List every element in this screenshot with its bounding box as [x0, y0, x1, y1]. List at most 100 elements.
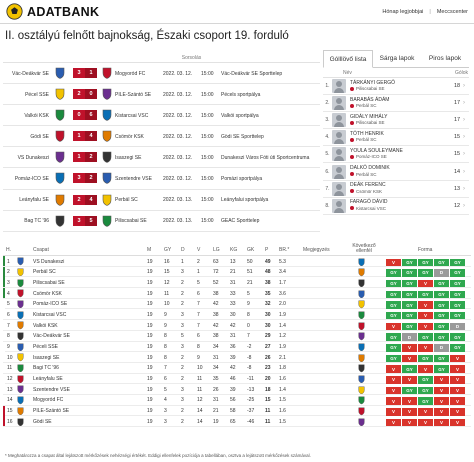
match-row[interactable]: Vác-Deákvár SE 3 1 Mogyoród FC 2022. 03. 12.… [3, 63, 320, 85]
next-opponent-crest-icon[interactable] [358, 311, 365, 320]
home-team[interactable]: VS Dunakeszi [3, 155, 49, 161]
next-opponent-crest-icon[interactable] [358, 375, 365, 384]
next-opponent-crest-icon[interactable] [358, 279, 365, 288]
cell-team[interactable]: Csömör KSK [33, 291, 62, 297]
form-badge[interactable]: GY [386, 354, 401, 363]
cell-team[interactable]: Vác-Deákvár SE [33, 333, 70, 339]
form-badge[interactable]: V [450, 408, 465, 416]
form-badge[interactable]: GY [450, 269, 465, 277]
score-box[interactable]: 32 [73, 173, 97, 184]
match-row[interactable]: Valkói KSK 0 6 Kistarcsai VSC 2022. 03. 12. 1… [3, 105, 320, 127]
home-team[interactable]: Gödi SE [3, 134, 49, 140]
form-badge[interactable]: V [402, 344, 417, 352]
home-team[interactable]: Leányfalu SE [3, 197, 49, 203]
form-badge[interactable]: V [450, 376, 465, 384]
form-badge[interactable]: D [402, 333, 417, 341]
chevron-right-icon[interactable]: › [463, 169, 469, 175]
form-badge[interactable]: V [402, 408, 417, 416]
cell-team[interactable]: Gödi SE [33, 419, 52, 425]
form-badge[interactable]: V [418, 418, 433, 427]
form-badge[interactable]: V [402, 376, 417, 384]
form-badge[interactable]: V [402, 354, 417, 363]
score-box[interactable]: 35 [73, 215, 97, 226]
form-badge[interactable]: V [434, 418, 449, 427]
table-row[interactable]: 11 Bagi TC '96 19 7 2 10 34 42 -8 23 1.8 V GY V GY V [3, 362, 471, 374]
form-badge[interactable]: GY [402, 301, 417, 309]
form-badge[interactable]: GY [450, 311, 465, 320]
next-opponent-crest-icon[interactable] [358, 418, 365, 427]
score-box[interactable]: 20 [73, 89, 97, 100]
form-badge[interactable]: GY [386, 333, 401, 341]
form-badge[interactable]: GY [434, 365, 449, 373]
away-team[interactable]: Kistarcsai VSC [115, 113, 159, 119]
table-row[interactable]: 9 Péceli SSE 19 8 3 8 34 36 -2 27 1.9 GY V V D GY [3, 341, 471, 353]
form-badge[interactable]: GY [402, 269, 417, 277]
away-team[interactable]: PILE-Szántó SE [115, 92, 159, 98]
form-badge[interactable]: V [434, 376, 449, 384]
scorer-row[interactable]: 5. YOULA SOULEYMANE Pomáz-ICO SE 15 › [323, 146, 469, 164]
match-row[interactable]: Pomáz-ICO SE 3 2 Szentendre VSE 2022. 03. 12… [3, 168, 320, 190]
form-badge[interactable]: GY [386, 269, 401, 277]
next-opponent-crest-icon[interactable] [358, 268, 365, 277]
table-row[interactable]: 13 Szentendre VSE 19 5 3 11 26 39 -13 18 1.4 V GY GY V… [3, 384, 471, 395]
form-badge[interactable]: GY [386, 279, 401, 288]
form-badge[interactable]: GY [450, 301, 465, 309]
form-badge[interactable]: GY [418, 376, 433, 384]
form-badge[interactable]: GY [434, 333, 449, 341]
form-badge[interactable]: GY [434, 279, 449, 288]
table-row[interactable]: 3 Piliscsabai SE 19 12 2 5 52 31 21 38 1.7 GY GY V GY G… [3, 277, 471, 289]
cell-team[interactable]: Kistarcsai VSC [33, 312, 66, 318]
scorer-row[interactable]: 8. FARAGÓ DÁVID Kistarcsai VSC 12 › [323, 198, 469, 215]
form-badge[interactable]: GY [434, 354, 449, 363]
home-team[interactable]: Pécel SSE [3, 92, 49, 98]
form-badge[interactable]: GY [402, 290, 417, 299]
next-opponent-crest-icon[interactable] [358, 257, 365, 266]
form-badge[interactable]: V [450, 418, 465, 427]
table-row[interactable]: 10 Isaszegi SE 19 8 2 9 31 39 -8 26 2.1 GY V GY GY V [3, 352, 471, 363]
link-month-best[interactable]: Hónap legjobbjai [382, 9, 423, 15]
next-opponent-crest-icon[interactable] [358, 396, 365, 405]
cell-team[interactable]: Mogyoród FC [33, 397, 63, 403]
form-badge[interactable]: V [386, 386, 401, 395]
form-badge[interactable]: GY [386, 301, 401, 309]
cell-team[interactable]: Piliscsabai SE [33, 280, 65, 286]
scorer-row[interactable]: 6. DALKÓ DOMINIK Perbál SC 14 › [323, 163, 469, 181]
table-row[interactable]: 6 Kistarcsai VSC 19 9 3 7 38 30 8 30 1.9 GY GY V GY GY [3, 309, 471, 321]
form-badge[interactable]: GY [418, 258, 433, 266]
cell-team[interactable]: Leányfalu SE [33, 376, 63, 382]
form-badge[interactable]: V [386, 376, 401, 384]
form-badge[interactable]: D [434, 344, 449, 352]
match-row[interactable]: Gödi SE 1 4 Csömör KSK 2022. 03. 12. 15:00 Göd… [3, 126, 320, 148]
form-badge[interactable]: V [418, 311, 433, 320]
match-row[interactable]: Pécel SSE 2 0 PILE-Szántó SE 2022. 03. 12. 15… [3, 84, 320, 106]
chevron-right-icon[interactable]: › [463, 100, 469, 106]
cell-team[interactable]: Isaszegi SE [33, 355, 59, 361]
cell-team[interactable]: PILE-Szántó SE [33, 408, 69, 414]
next-opponent-crest-icon[interactable] [358, 364, 365, 373]
form-badge[interactable]: GY [434, 301, 449, 309]
score-box[interactable]: 06 [73, 110, 97, 121]
away-team[interactable]: Isaszegi SE [115, 155, 159, 161]
chevron-right-icon[interactable]: › [463, 203, 469, 209]
scorer-row[interactable]: 4. TÓTH HENRIK Perbál SC 15 › [323, 129, 469, 147]
form-badge[interactable]: V [418, 279, 433, 288]
next-opponent-crest-icon[interactable] [358, 290, 365, 298]
form-badge[interactable]: GY [418, 397, 433, 405]
score-box[interactable]: 14 [73, 131, 97, 142]
table-row[interactable]: 8 Vác-Deákvár SE 19 8 5 6 38 31 7 29 1.2 GY D GY GY GY [3, 330, 471, 342]
form-badge[interactable]: GY [450, 333, 465, 341]
cell-team[interactable]: Szentendre VSE [33, 387, 70, 393]
form-badge[interactable]: GY [402, 386, 417, 395]
home-team[interactable]: Bag TC '96 [3, 218, 49, 224]
form-badge[interactable]: GY [418, 290, 433, 299]
form-badge[interactable]: GY [418, 354, 433, 363]
form-badge[interactable]: V [434, 408, 449, 416]
form-badge[interactable]: V [418, 365, 433, 373]
form-badge[interactable]: V [386, 365, 401, 373]
form-badge[interactable]: V [386, 397, 401, 405]
next-opponent-crest-icon[interactable] [358, 332, 365, 341]
cell-team[interactable]: Pomáz-ICO SE [33, 301, 67, 307]
cell-team[interactable]: Péceli SSE [33, 344, 58, 350]
next-opponent-crest-icon[interactable] [358, 407, 365, 416]
form-badge[interactable]: V [418, 322, 433, 331]
